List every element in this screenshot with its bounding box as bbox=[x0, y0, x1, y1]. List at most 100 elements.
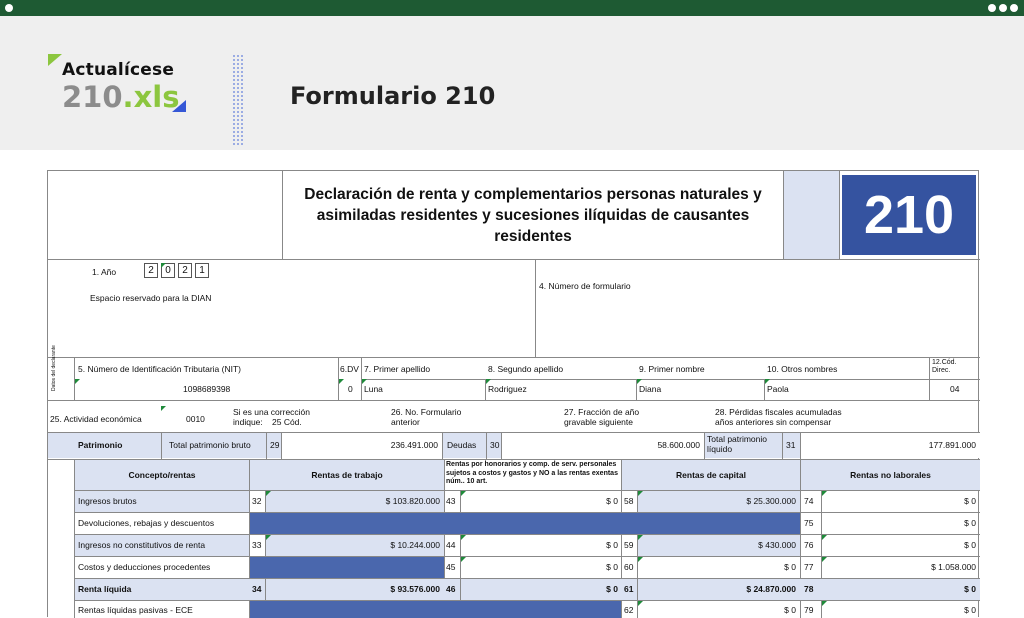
losses-label: 28. Pérdidas fiscales acumuladas bbox=[715, 407, 842, 417]
fraction-label: 27. Fracción de año bbox=[564, 407, 640, 417]
box-number: 76 bbox=[804, 540, 814, 550]
second-surname-label: 8. Segundo apellido bbox=[488, 364, 564, 374]
year-digit[interactable]: 1 bbox=[195, 263, 209, 278]
form-210-sheet: Declaración de renta y complementarios p… bbox=[47, 170, 980, 618]
non-work-costs-value[interactable]: $ 1.058.000 bbox=[822, 562, 976, 572]
first-name-value[interactable]: Diana bbox=[639, 384, 661, 394]
fees-costs-value[interactable]: $ 0 bbox=[461, 562, 618, 572]
other-names-value[interactable]: Paola bbox=[767, 384, 789, 394]
first-surname-label: 7. Primer apellido bbox=[364, 364, 431, 374]
box-number: 77 bbox=[804, 562, 814, 572]
correction-code-label: 25 Cód. bbox=[272, 417, 302, 427]
dian-space-label: Espacio reservado para la DIAN bbox=[90, 293, 212, 303]
box-number: 78 bbox=[804, 584, 814, 594]
activity-value[interactable]: 0010 bbox=[186, 414, 205, 424]
work-non-constitutive-value[interactable]: $ 10.244.000 bbox=[266, 540, 440, 550]
work-net-income-value[interactable]: $ 93.576.000 bbox=[266, 584, 440, 594]
non-work-passive-income-value[interactable]: $ 0 bbox=[822, 605, 976, 615]
box-number: 33 bbox=[252, 540, 262, 550]
green-triangle-icon bbox=[48, 54, 62, 66]
box-number: 58 bbox=[624, 496, 634, 506]
box-number: 46 bbox=[446, 584, 456, 594]
non-work-gross-value[interactable]: $ 0 bbox=[822, 496, 976, 506]
correction-indicate-label: indique: bbox=[233, 417, 263, 427]
second-surname-value[interactable]: Rodriguez bbox=[488, 384, 527, 394]
declarant-side-label: Datos del declarante bbox=[51, 345, 57, 391]
prev-form-label-2: anterior bbox=[391, 417, 420, 427]
year-digit[interactable]: 2 bbox=[144, 263, 158, 278]
box-number: 60 bbox=[624, 562, 634, 572]
nit-label: 5. Número de Identificación Tributaria (… bbox=[78, 364, 241, 374]
gross-box-number: 29 bbox=[270, 440, 280, 450]
dir-code-value[interactable]: 04 bbox=[950, 384, 959, 394]
more-options-icon[interactable] bbox=[988, 4, 1018, 12]
box-number: 43 bbox=[446, 496, 456, 506]
box-number: 79 bbox=[804, 605, 814, 615]
debts-label: Deudas bbox=[447, 440, 477, 450]
blue-triangle-icon bbox=[172, 100, 186, 112]
header-banner: Actualícese 210.xls Formulario 210 bbox=[0, 16, 1024, 150]
non-work-header: Rentas no laborales bbox=[850, 470, 931, 480]
capital-gross-value[interactable]: $ 25.300.000 bbox=[638, 496, 796, 506]
gross-patrimony-value[interactable]: 236.491.000 bbox=[282, 440, 438, 450]
dv-label: 6.DV bbox=[340, 364, 359, 374]
box-number: 32 bbox=[252, 496, 262, 506]
correction-label: Si es una corrección bbox=[233, 407, 311, 417]
dir-code-label: 12.Cód. Direc. bbox=[932, 359, 957, 374]
window-titlebar bbox=[0, 0, 1024, 16]
first-surname-value[interactable]: Luna bbox=[364, 384, 383, 394]
prev-form-label: 26. No. Formulario bbox=[391, 407, 462, 417]
other-names-label: 10. Otros nombres bbox=[767, 364, 838, 374]
form-number-badge: 210 bbox=[842, 175, 976, 255]
net-patrimony-label: Total patrimonio líquido bbox=[707, 434, 768, 454]
net-patrimony-value[interactable]: 177.891.000 bbox=[801, 440, 976, 450]
non-work-non-constitutive-value[interactable]: $ 0 bbox=[822, 540, 976, 550]
nit-value[interactable]: 1098689398 bbox=[183, 384, 230, 394]
header-gray-cell bbox=[784, 171, 840, 259]
row-label: Devoluciones, rebajas y descuentos bbox=[78, 518, 215, 528]
box-number: 62 bbox=[624, 605, 634, 615]
fees-header: Rentas por honorarios y comp. de serv. p… bbox=[446, 461, 618, 485]
box-number: 59 bbox=[624, 540, 634, 550]
year-label: 1. Año bbox=[92, 267, 117, 277]
form-title: Declaración de renta y complementarios p… bbox=[282, 171, 784, 259]
page-title: Formulario 210 bbox=[290, 82, 496, 110]
first-name-label: 9. Primer nombre bbox=[639, 364, 705, 374]
row-label: Costos y deducciones procedentes bbox=[78, 562, 211, 572]
work-header: Rentas de trabajo bbox=[311, 470, 383, 480]
losses-label-2: años anteriores sin compensar bbox=[715, 417, 832, 427]
fees-gross-value[interactable]: $ 0 bbox=[461, 496, 618, 506]
box-number: 45 bbox=[446, 562, 456, 572]
window-dot-icon[interactable] bbox=[5, 4, 13, 12]
box-number: 74 bbox=[804, 496, 814, 506]
capital-passive-income-value[interactable]: $ 0 bbox=[638, 605, 796, 615]
box-number: 61 bbox=[624, 584, 634, 594]
non-work-returns-value[interactable]: $ 0 bbox=[822, 518, 976, 528]
activity-label: 25. Actividad económica bbox=[50, 414, 142, 424]
patrimonio-label: Patrimonio bbox=[78, 440, 123, 450]
debts-box-number: 30 bbox=[490, 440, 500, 450]
file-name: 210.xls bbox=[62, 80, 180, 114]
capital-net-income-value[interactable]: $ 24.870.000 bbox=[638, 584, 796, 594]
work-gross-value[interactable]: $ 103.820.000 bbox=[266, 496, 440, 506]
net-box-number: 31 bbox=[786, 440, 796, 450]
debts-value[interactable]: 58.600.000 bbox=[502, 440, 700, 450]
row-label: Ingresos no constitutivos de renta bbox=[78, 540, 206, 550]
row-label: Rentas líquidas pasivas - ECE bbox=[78, 605, 193, 615]
capital-non-constitutive-value[interactable]: $ 430.000 bbox=[638, 540, 796, 550]
row-label: Renta líquida bbox=[78, 584, 132, 594]
non-work-net-income-value[interactable]: $ 0 bbox=[822, 584, 976, 594]
dotted-divider bbox=[232, 54, 244, 146]
fees-non-constitutive-value[interactable]: $ 0 bbox=[461, 540, 618, 550]
year-digit[interactable]: 2 bbox=[178, 263, 192, 278]
fees-net-income-value[interactable]: $ 0 bbox=[461, 584, 618, 594]
dv-value[interactable]: 0 bbox=[348, 384, 353, 394]
box-number: 34 bbox=[252, 584, 262, 594]
gross-patrimony-label: Total patrimonio bruto bbox=[169, 440, 251, 450]
capital-costs-value[interactable]: $ 0 bbox=[638, 562, 796, 572]
actualicese-logo: Actualícese 210.xls bbox=[48, 54, 198, 134]
box-number: 44 bbox=[446, 540, 456, 550]
box-number: 75 bbox=[804, 518, 814, 528]
row-label: Ingresos brutos bbox=[78, 496, 137, 506]
brand-name: Actualícese bbox=[62, 60, 175, 80]
